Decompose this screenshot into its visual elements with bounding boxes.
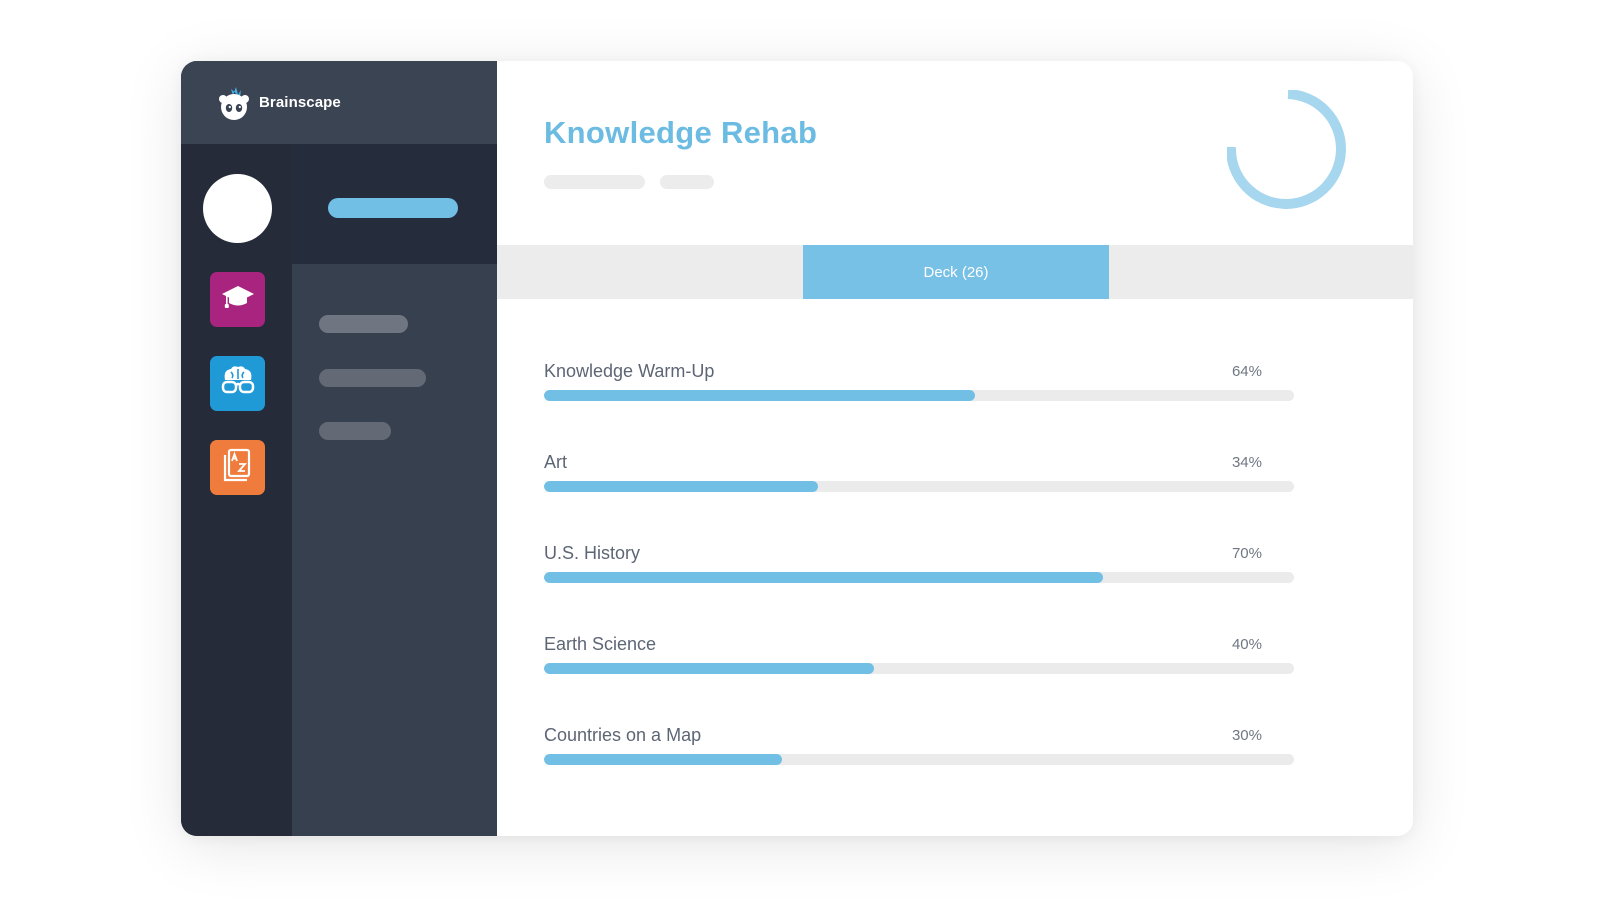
subject-name: Knowledge Warm-Up — [544, 361, 715, 381]
progress-track — [544, 572, 1294, 583]
brand-bar: Brainscape — [181, 61, 497, 144]
nav-study-button[interactable] — [210, 356, 265, 411]
subject-percent: 70% — [1231, 545, 1262, 562]
subject-list: Knowledge Warm-Up 64% Art 34% U.S. History 70… — [544, 361, 1294, 816]
progress-fill — [544, 754, 782, 765]
subtitle-placeholder — [544, 175, 645, 189]
subject-row[interactable]: Knowledge Warm-Up 64% — [544, 361, 1294, 452]
subject-name: Earth Science — [544, 634, 657, 654]
stage: Brainscape Knowledge Rehab Deck (26) Kno… — [0, 0, 1600, 900]
subject-name: U.S. History — [544, 543, 641, 563]
progress-track — [544, 390, 1294, 401]
tab-deck[interactable]: Deck (26) — [803, 245, 1109, 299]
brainscape-logo-icon[interactable] — [217, 85, 251, 121]
sidebar: Brainscape — [181, 61, 497, 836]
brain-glasses-icon — [219, 364, 257, 403]
progress-fill — [544, 572, 1103, 583]
subject-percent: 40% — [1231, 636, 1262, 653]
subject-percent: 64% — [1231, 363, 1262, 380]
app-window: Brainscape Knowledge Rehab Deck (26) Kno… — [181, 61, 1413, 836]
progress-fill — [544, 663, 874, 674]
page-title: Knowledge Rehab — [544, 115, 818, 150]
subject-row[interactable]: Earth Science 40% — [544, 634, 1294, 725]
icon-rail — [181, 144, 292, 836]
sidebar-item-placeholder[interactable] — [319, 369, 426, 387]
subject-row[interactable]: Countries on a Map 30% — [544, 725, 1294, 816]
progress-track — [544, 754, 1294, 765]
main-panel: Knowledge Rehab Deck (26) Knowledge Warm… — [497, 61, 1413, 836]
graduation-cap-icon — [220, 282, 256, 317]
subject-name: Countries on a Map — [544, 725, 702, 745]
subject-name: Art — [544, 452, 568, 472]
nav-classes-button[interactable] — [210, 272, 265, 327]
sidebar-item-placeholder[interactable] — [319, 315, 408, 333]
subject-percent: 30% — [1231, 727, 1262, 744]
progress-track — [544, 481, 1294, 492]
a-z-book-icon — [221, 447, 255, 488]
avatar[interactable] — [203, 174, 272, 243]
subject-percent: 34% — [1231, 454, 1262, 471]
brand-name: Brainscape — [259, 94, 341, 111]
active-section-panel — [292, 144, 497, 264]
progress-track — [544, 663, 1294, 674]
progress-ring-icon — [1225, 89, 1347, 210]
subject-row[interactable]: Art 34% — [544, 452, 1294, 543]
nav-dictionary-button[interactable] — [210, 440, 265, 495]
subtitle-placeholder — [660, 175, 714, 189]
progress-fill — [544, 390, 976, 401]
active-section-placeholder[interactable] — [328, 198, 458, 218]
sidebar-item-placeholder[interactable] — [319, 422, 391, 440]
subject-row[interactable]: U.S. History 70% — [544, 543, 1294, 634]
tab-bar: Deck (26) — [497, 245, 1413, 299]
progress-fill — [544, 481, 818, 492]
